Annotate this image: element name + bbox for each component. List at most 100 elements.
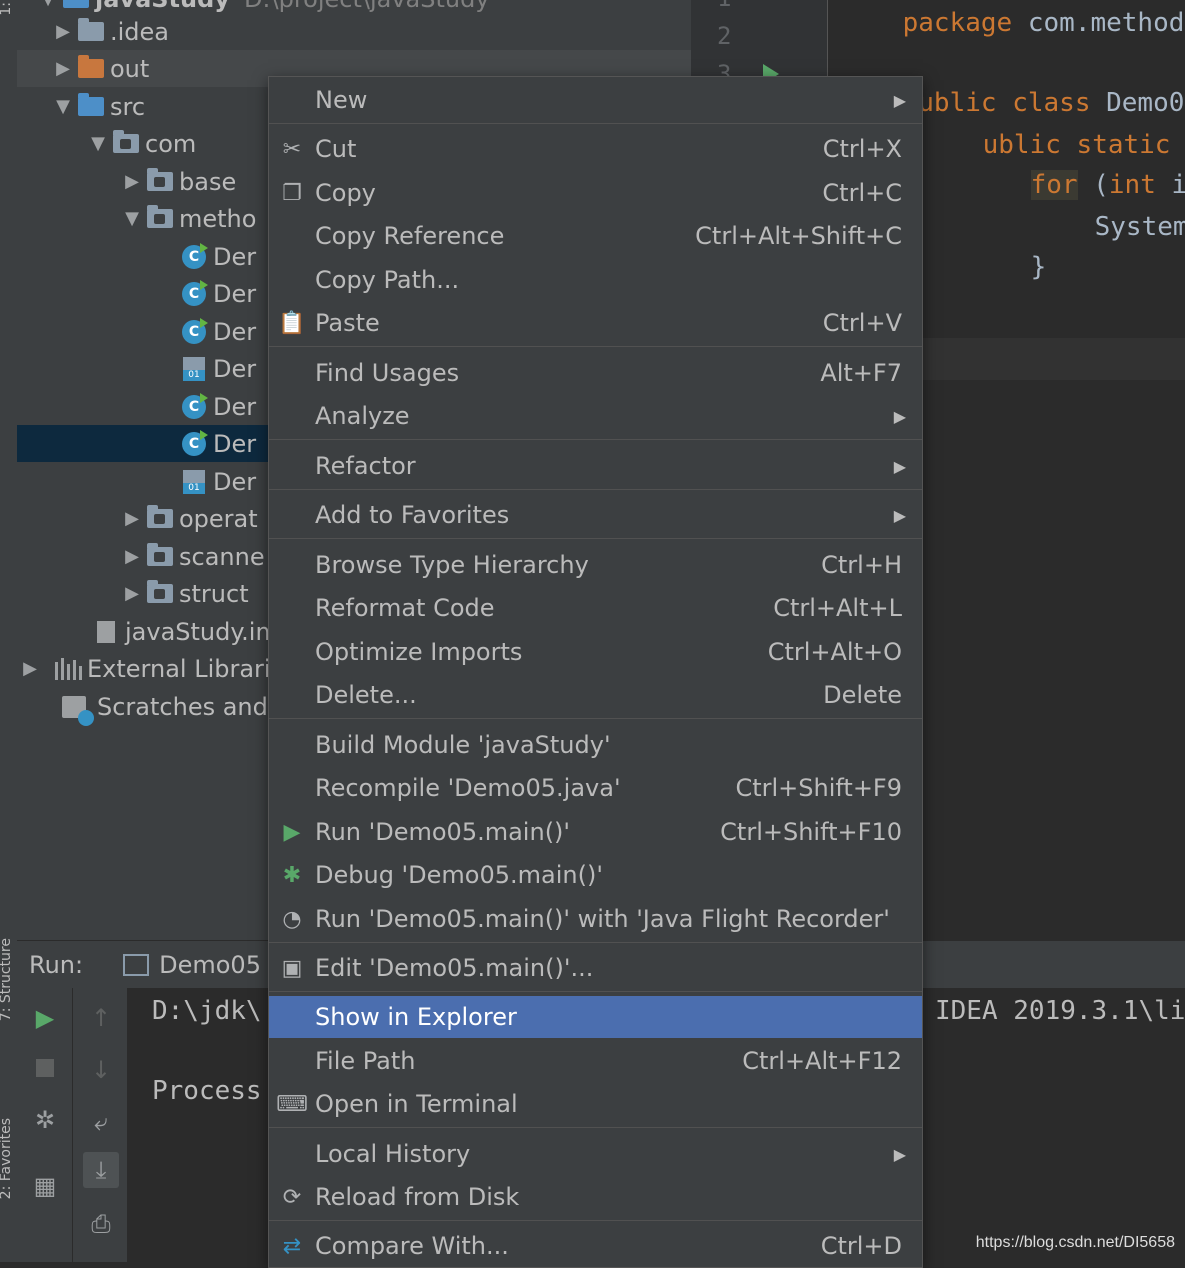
- console-line: Process: [152, 1076, 278, 1106]
- tree-item-label: Der: [213, 279, 257, 308]
- menu-separator: [269, 1220, 922, 1221]
- package-icon: [147, 543, 173, 568]
- root-path: D:\project\javaStudy: [244, 0, 490, 13]
- package-icon: [147, 505, 173, 530]
- java-class-icon: C: [181, 429, 208, 456]
- menu-item-analyze[interactable]: Analyze ▶: [269, 395, 922, 437]
- tree-item-label: metho: [179, 204, 257, 233]
- class-file-icon: [181, 469, 207, 494]
- folder-icon: [78, 18, 104, 43]
- tree-item-label: scanne: [179, 542, 265, 571]
- tree-item-label: Der: [213, 467, 257, 496]
- menu-item-add-to-favorites[interactable]: Add to Favorites ▶: [269, 494, 922, 536]
- submenu-arrow-icon: ▶: [893, 90, 906, 110]
- debug-disabled-icon[interactable]: ✲: [27, 1102, 63, 1138]
- run-toolbar-secondary: ↑ ↓ ⤶ ⤓ ⎙: [72, 988, 128, 1262]
- menu-separator: [269, 718, 922, 719]
- scroll-to-end-icon[interactable]: ⤓: [83, 1152, 119, 1188]
- structure-tool-label[interactable]: 7: Structure: [0, 938, 14, 1021]
- edit-config-icon: ▣: [281, 955, 303, 981]
- run-label: Run:: [29, 951, 84, 979]
- menu-separator: [269, 123, 922, 124]
- folder-icon: [78, 55, 104, 80]
- tree-item-label: Der: [213, 354, 257, 383]
- tree-item-label: Scratches and C: [97, 692, 293, 721]
- left-tool-strip: 1: 7: Structure 2: Favorites: [0, 0, 18, 1262]
- scissors-icon: ✂: [282, 136, 302, 162]
- tree-item-label: javaStudy.im: [125, 617, 279, 646]
- menu-item-reformat-code[interactable]: Reformat Code Ctrl+Alt+L: [269, 587, 922, 629]
- menu-item-show-in-explorer[interactable]: Show in Explorer: [269, 996, 922, 1038]
- tree-item-label: base: [179, 167, 237, 196]
- submenu-arrow-icon: ▶: [893, 406, 906, 426]
- menu-item-debug[interactable]: ✱ Debug 'Demo05.main()': [269, 854, 922, 896]
- print-icon[interactable]: ⎙: [83, 1206, 119, 1242]
- tree-item-label: out: [110, 54, 150, 83]
- tree-item-label: .idea: [110, 17, 170, 46]
- tree-item-label: operat: [179, 504, 258, 533]
- menu-item-build-module[interactable]: Build Module 'javaStudy': [269, 724, 922, 766]
- copy-icon: ❐: [282, 180, 302, 206]
- menu-item-copy-path[interactable]: Copy Path...: [269, 259, 922, 301]
- stop-icon[interactable]: [27, 1050, 63, 1086]
- menu-item-browse-type-hierarchy[interactable]: Browse Type Hierarchy Ctrl+H: [269, 544, 922, 586]
- context-menu: New ▶ ✂ Cut Ctrl+X ❐ Copy Ctrl+C Copy Refe…: [268, 76, 923, 1268]
- menu-separator: [269, 346, 922, 347]
- submenu-arrow-icon: ▶: [893, 456, 906, 476]
- menu-separator: [269, 439, 922, 440]
- scratches-icon: [61, 695, 94, 726]
- menu-item-delete[interactable]: Delete... Delete: [269, 674, 922, 716]
- menu-item-find-usages[interactable]: Find Usages Alt+F7: [269, 352, 922, 394]
- reload-icon: ⟳: [282, 1184, 302, 1210]
- rerun-icon[interactable]: ▶: [27, 1000, 63, 1036]
- iml-file-icon: [93, 620, 119, 643]
- menu-item-copy-reference[interactable]: Copy Reference Ctrl+Alt+Shift+C: [269, 215, 922, 257]
- menu-item-file-path[interactable]: File Path Ctrl+Alt+F12: [269, 1040, 922, 1082]
- menu-item-run[interactable]: ▶ Run 'Demo05.main()' Ctrl+Shift+F10: [269, 811, 922, 853]
- tree-item-label: Der: [213, 317, 257, 346]
- down-arrow-icon[interactable]: ↓: [83, 1052, 119, 1088]
- menu-item-cut[interactable]: ✂ Cut Ctrl+X: [269, 128, 922, 170]
- menu-item-optimize-imports[interactable]: Optimize Imports Ctrl+Alt+O: [269, 631, 922, 673]
- menu-item-open-in-terminal[interactable]: ⌨ Open in Terminal: [269, 1083, 922, 1125]
- chevron-down-icon: ▼: [37, 0, 59, 9]
- compare-icon: ⇄: [282, 1233, 302, 1259]
- java-class-icon: C: [181, 242, 208, 269]
- soft-wrap-icon[interactable]: ⤶: [83, 1104, 119, 1140]
- menu-item-edit-config[interactable]: ▣ Edit 'Demo05.main()'...: [269, 947, 922, 989]
- console-icon: [123, 954, 150, 976]
- menu-item-local-history[interactable]: Local History ▶: [269, 1133, 922, 1175]
- tree-item-label: Der: [213, 242, 257, 271]
- chevron-right-icon: ▶: [56, 21, 70, 42]
- tree-item-label: External Librarie: [87, 654, 286, 683]
- up-arrow-icon[interactable]: ↑: [83, 1000, 119, 1036]
- menu-item-run-with-jfr[interactable]: ◔ Run 'Demo05.main()' with 'Java Flight R…: [269, 898, 922, 940]
- code-line: }: [1030, 252, 1047, 282]
- root-label: javaStudy: [95, 0, 230, 13]
- chevron-right-icon: ▶: [125, 546, 139, 567]
- java-class-icon: C: [181, 317, 208, 344]
- favorites-tool-label[interactable]: 2: Favorites: [0, 1118, 14, 1199]
- chevron-right-icon: ▶: [56, 58, 70, 79]
- menu-item-compare-with[interactable]: ⇄ Compare With... Ctrl+D: [269, 1225, 922, 1267]
- run-toolbar-primary: ▶ ✲ ▦: [17, 988, 72, 1262]
- clipboard-icon: 📋: [278, 310, 306, 336]
- project-tool-label[interactable]: 1:: [0, 2, 14, 16]
- source-folder-icon: [78, 93, 104, 118]
- package-icon: [113, 130, 139, 155]
- chevron-down-icon: ▼: [125, 208, 139, 229]
- tree-item-idea[interactable]: ▶ .idea: [17, 13, 691, 50]
- code-line: System.out: [1094, 212, 1185, 242]
- layout-icon[interactable]: ▦: [27, 1168, 63, 1204]
- chevron-down-icon: ▼: [56, 96, 70, 117]
- menu-item-recompile[interactable]: Recompile 'Demo05.java' Ctrl+Shift+F9: [269, 767, 922, 809]
- line-number: 2: [717, 22, 732, 50]
- menu-item-copy[interactable]: ❐ Copy Ctrl+C: [269, 172, 922, 214]
- console-line: D:\jdk\: [152, 996, 262, 1026]
- menu-item-refactor[interactable]: Refactor ▶: [269, 445, 922, 487]
- menu-item-paste[interactable]: 📋 Paste Ctrl+V: [269, 302, 922, 344]
- menu-item-new[interactable]: New ▶: [269, 79, 922, 121]
- java-class-icon: C: [181, 392, 208, 419]
- menu-item-reload-from-disk[interactable]: ⟳ Reload from Disk: [269, 1176, 922, 1218]
- run-tab-demo05[interactable]: Demo05: [123, 951, 261, 979]
